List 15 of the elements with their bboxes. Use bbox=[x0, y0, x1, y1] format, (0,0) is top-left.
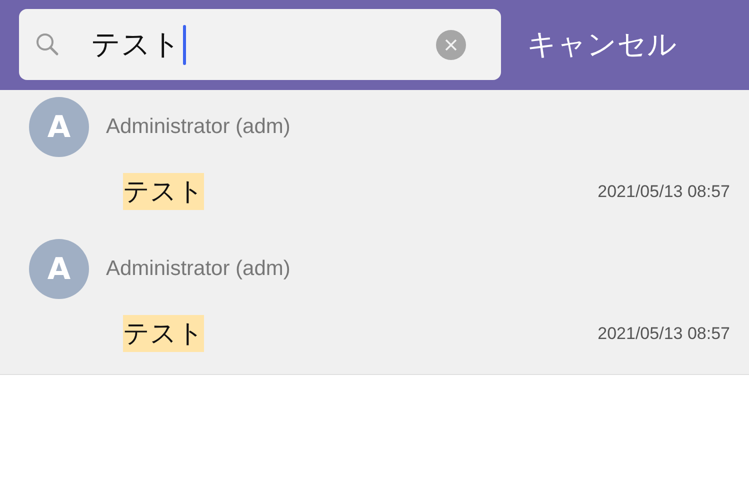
avatar: A bbox=[29, 239, 89, 299]
search-field[interactable]: テスト bbox=[19, 9, 501, 80]
message-text: テスト bbox=[123, 173, 204, 210]
timestamp: 2021/05/13 08:57 bbox=[598, 324, 730, 344]
timestamp: 2021/05/13 08:57 bbox=[598, 182, 730, 202]
text-cursor bbox=[183, 24, 186, 64]
avatar: A bbox=[29, 97, 89, 157]
result-item[interactable]: A Administrator (adm) テスト 2021/05/13 08:57 bbox=[0, 90, 749, 232]
search-icon bbox=[35, 32, 61, 58]
user-name: Administrator (adm) bbox=[106, 115, 290, 139]
message-text: テスト bbox=[123, 315, 204, 352]
clear-icon[interactable] bbox=[436, 30, 466, 60]
cancel-button[interactable]: キャンセル bbox=[527, 25, 677, 65]
user-name: Administrator (adm) bbox=[106, 257, 290, 281]
result-item[interactable]: A Administrator (adm) テスト 2021/05/13 08:57 bbox=[0, 232, 749, 374]
